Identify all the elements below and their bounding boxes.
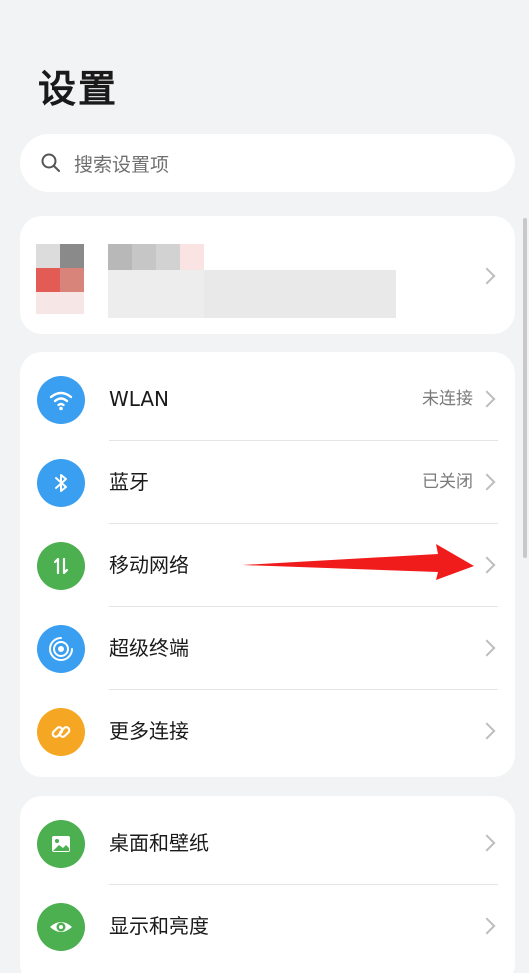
chevron-right-icon [478,639,496,657]
scrollbar[interactable] [523,218,527,558]
chevron-right-icon [478,834,496,852]
settings-item-more-connections[interactable]: 更多连接 [20,690,515,773]
settings-item-label: 超级终端 [109,636,189,660]
chevron-right-icon [478,473,496,491]
settings-item-bluetooth[interactable]: 蓝牙 已关闭 [20,441,515,524]
settings-item-label: 桌面和壁纸 [109,831,209,855]
settings-item-label: 移动网络 [109,553,189,577]
settings-item-wallpaper[interactable]: 桌面和壁纸 [20,802,515,885]
link-icon [37,708,85,756]
eye-icon [37,903,85,951]
display-group: 桌面和壁纸 显示和亮度 [20,796,515,973]
chevron-right-icon [478,390,496,408]
settings-item-wlan[interactable]: WLAN 未连接 [20,358,515,441]
settings-item-label: 蓝牙 [109,470,149,494]
settings-item-label: WLAN [109,387,170,411]
annotation-arrow [242,544,474,580]
settings-item-super-device[interactable]: 超级终端 [20,607,515,690]
page-title: 设置 [38,67,119,111]
settings-item-label: 显示和亮度 [109,914,209,938]
settings-item-display-brightness[interactable]: 显示和亮度 [20,885,515,968]
status-value: 已关闭 [422,472,473,492]
search-placeholder: 搜索设置项 [74,153,170,176]
super-device-icon [37,625,85,673]
search-bar[interactable]: 搜索设置项 [20,134,515,192]
wallpaper-icon [37,820,85,868]
chevron-right-icon [478,722,496,740]
search-icon [41,153,60,172]
mobile-data-icon [37,542,85,590]
chevron-right-icon [478,267,496,285]
chevron-right-icon [478,556,496,574]
account-card[interactable] [20,216,515,334]
chevron-right-icon [478,917,496,935]
wifi-icon [37,376,85,424]
settings-item-label: 更多连接 [109,719,189,743]
bluetooth-icon [37,459,85,507]
status-value: 未连接 [422,389,473,409]
